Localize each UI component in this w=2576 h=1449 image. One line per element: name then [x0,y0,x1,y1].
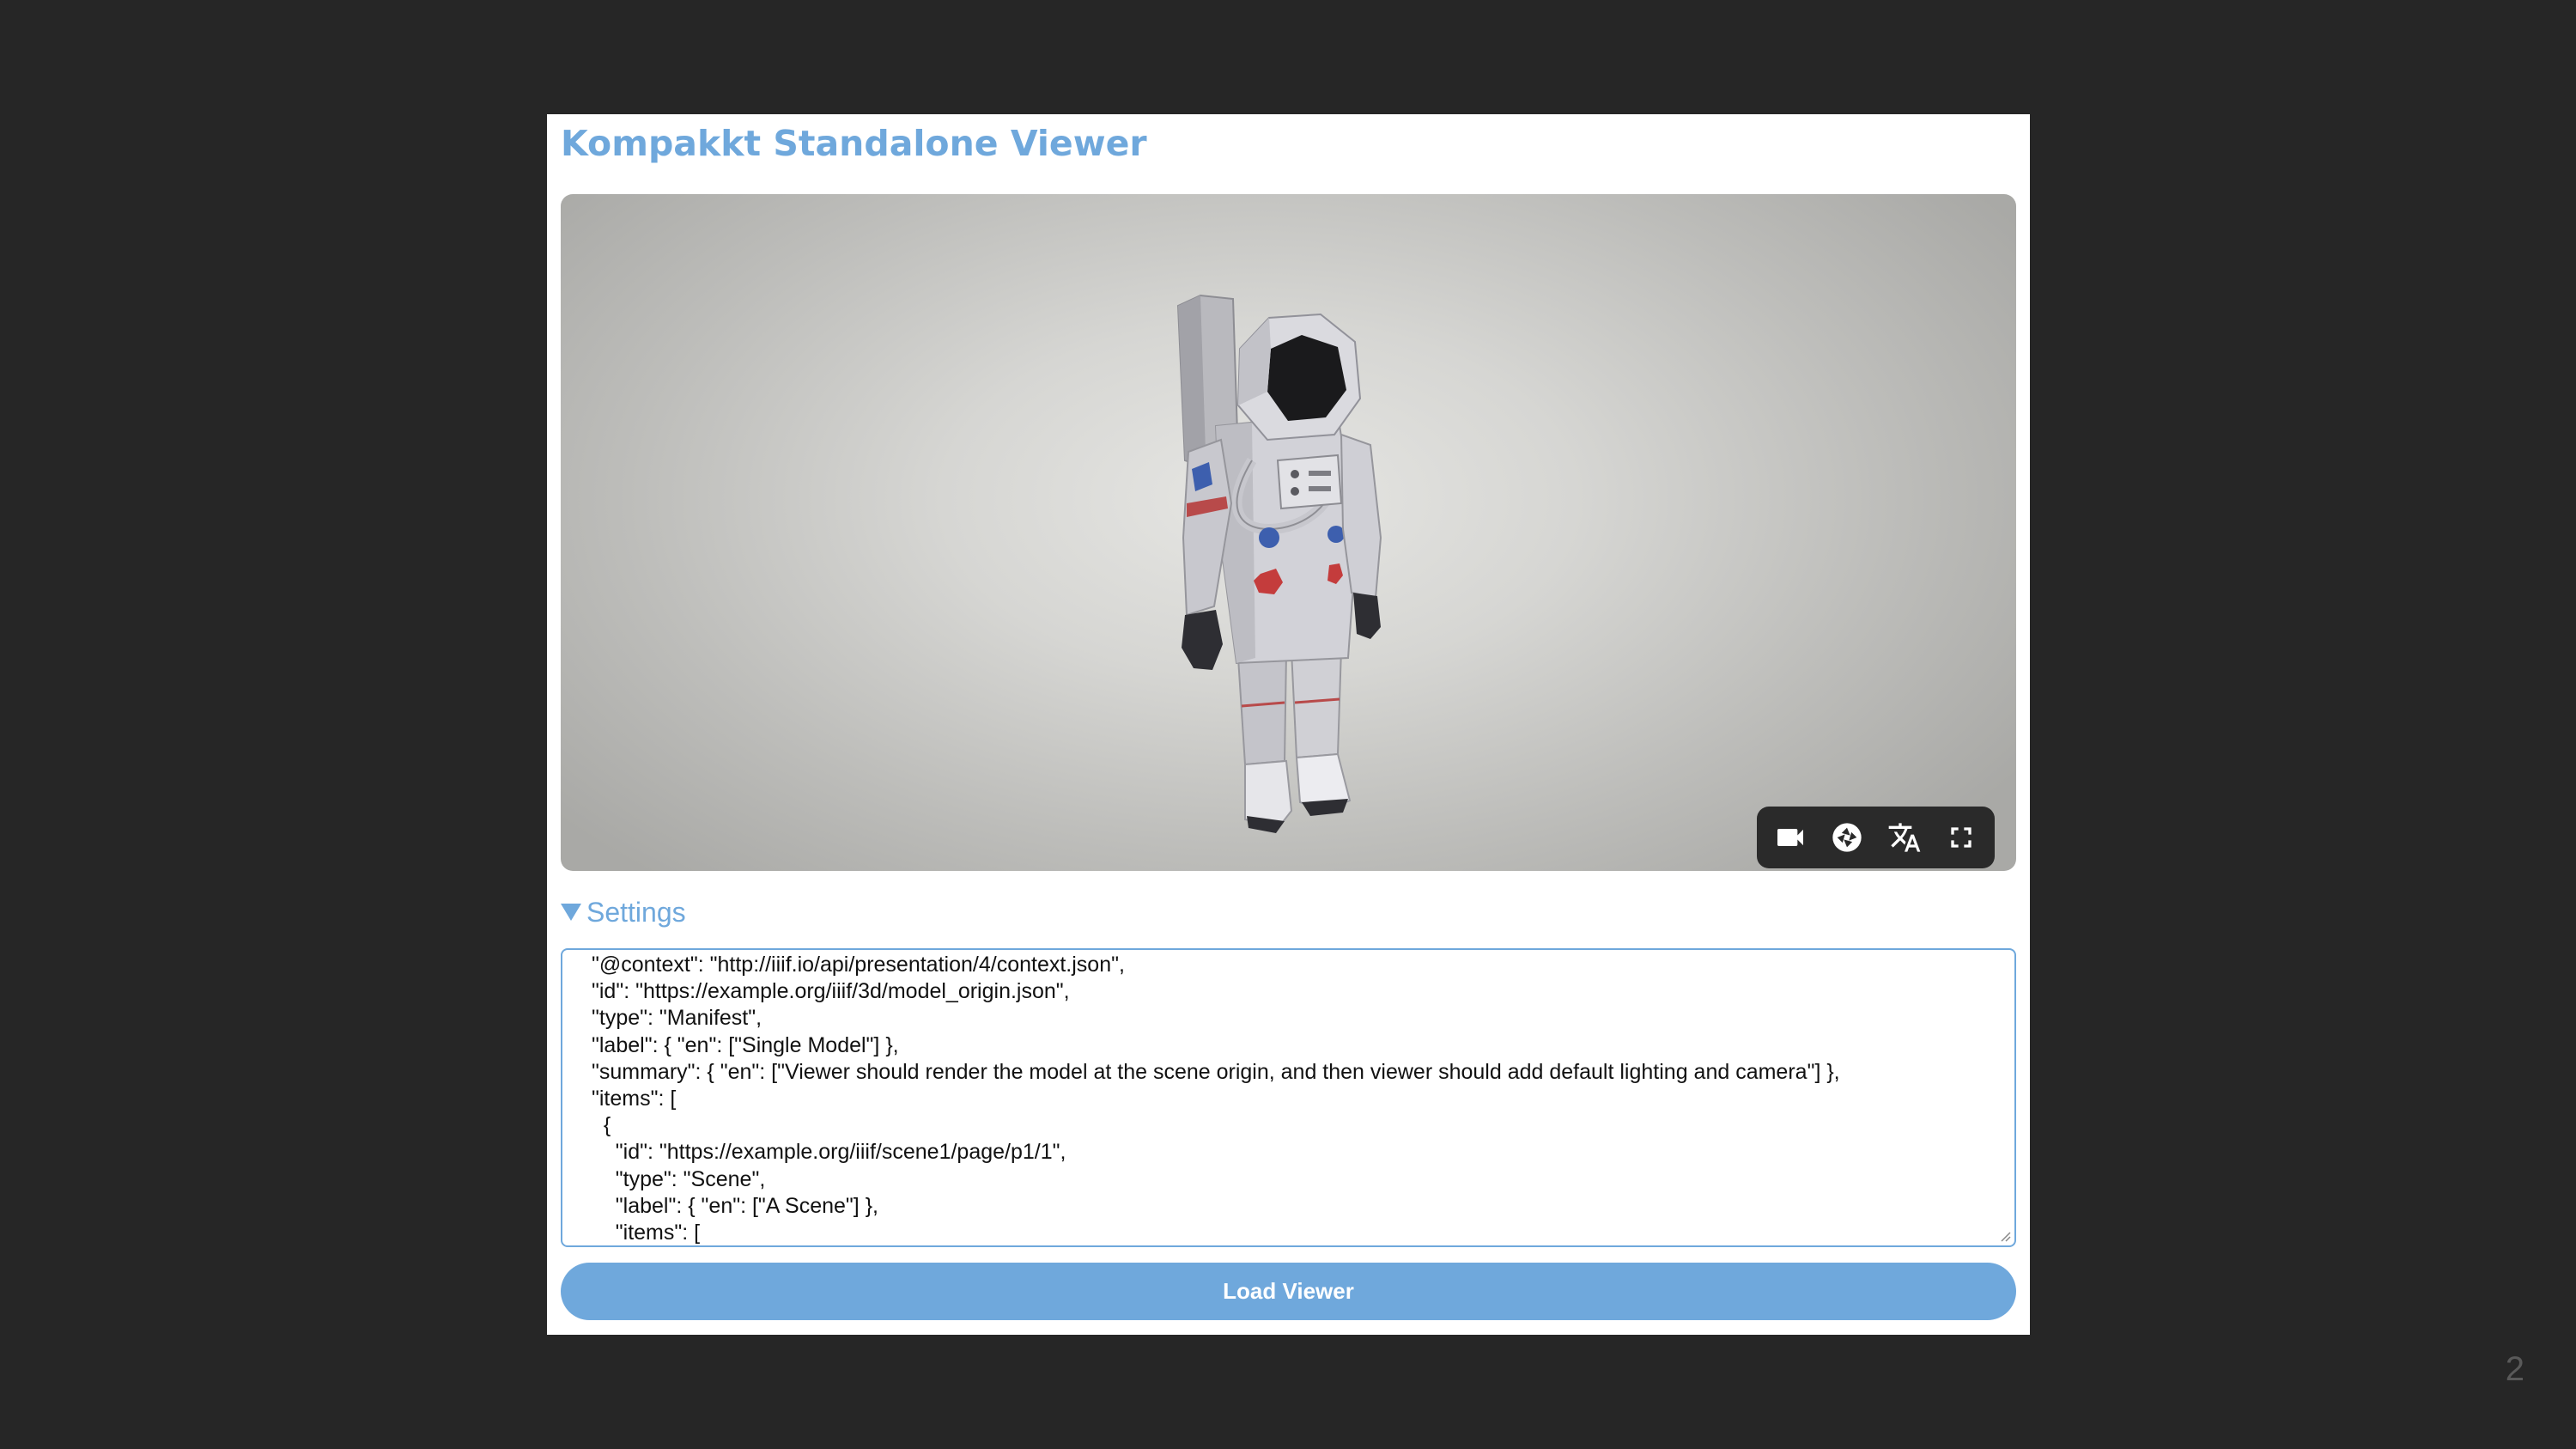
3d-viewer-canvas[interactable] [561,194,2016,871]
resize-grip-icon[interactable] [1999,1230,2011,1242]
camera-shutter-icon [1832,823,1862,852]
load-viewer-button[interactable]: Load Viewer [561,1263,2016,1320]
manifest-json-text: "@context": "http://iiif.io/api/presenta… [592,953,1840,1245]
manifest-textarea[interactable]: "@context": "http://iiif.io/api/presenta… [561,948,2016,1247]
translate-icon [1888,823,1920,852]
slide: Kompakkt Standalone Viewer Settings "@co… [0,0,2576,1449]
fullscreen-button[interactable] [1939,815,1984,860]
settings-label: Settings [586,897,686,928]
screenshot-button[interactable] [1825,815,1869,860]
video-camera-icon [1777,829,1804,846]
viewer-page-panel: Kompakkt Standalone Viewer Settings "@co… [547,114,2030,1335]
video-camera-button[interactable] [1768,815,1813,860]
disclosure-triangle-icon [561,904,581,921]
translate-button[interactable] [1882,815,1927,860]
viewer-toolbar [1757,807,1995,868]
settings-toggle[interactable]: Settings [561,898,686,926]
fullscreen-icon [1951,827,1971,848]
slide-page-number: 2 [2505,1350,2524,1388]
astronaut-model[interactable] [1166,246,1424,847]
page-title: Kompakkt Standalone Viewer [561,123,1147,164]
